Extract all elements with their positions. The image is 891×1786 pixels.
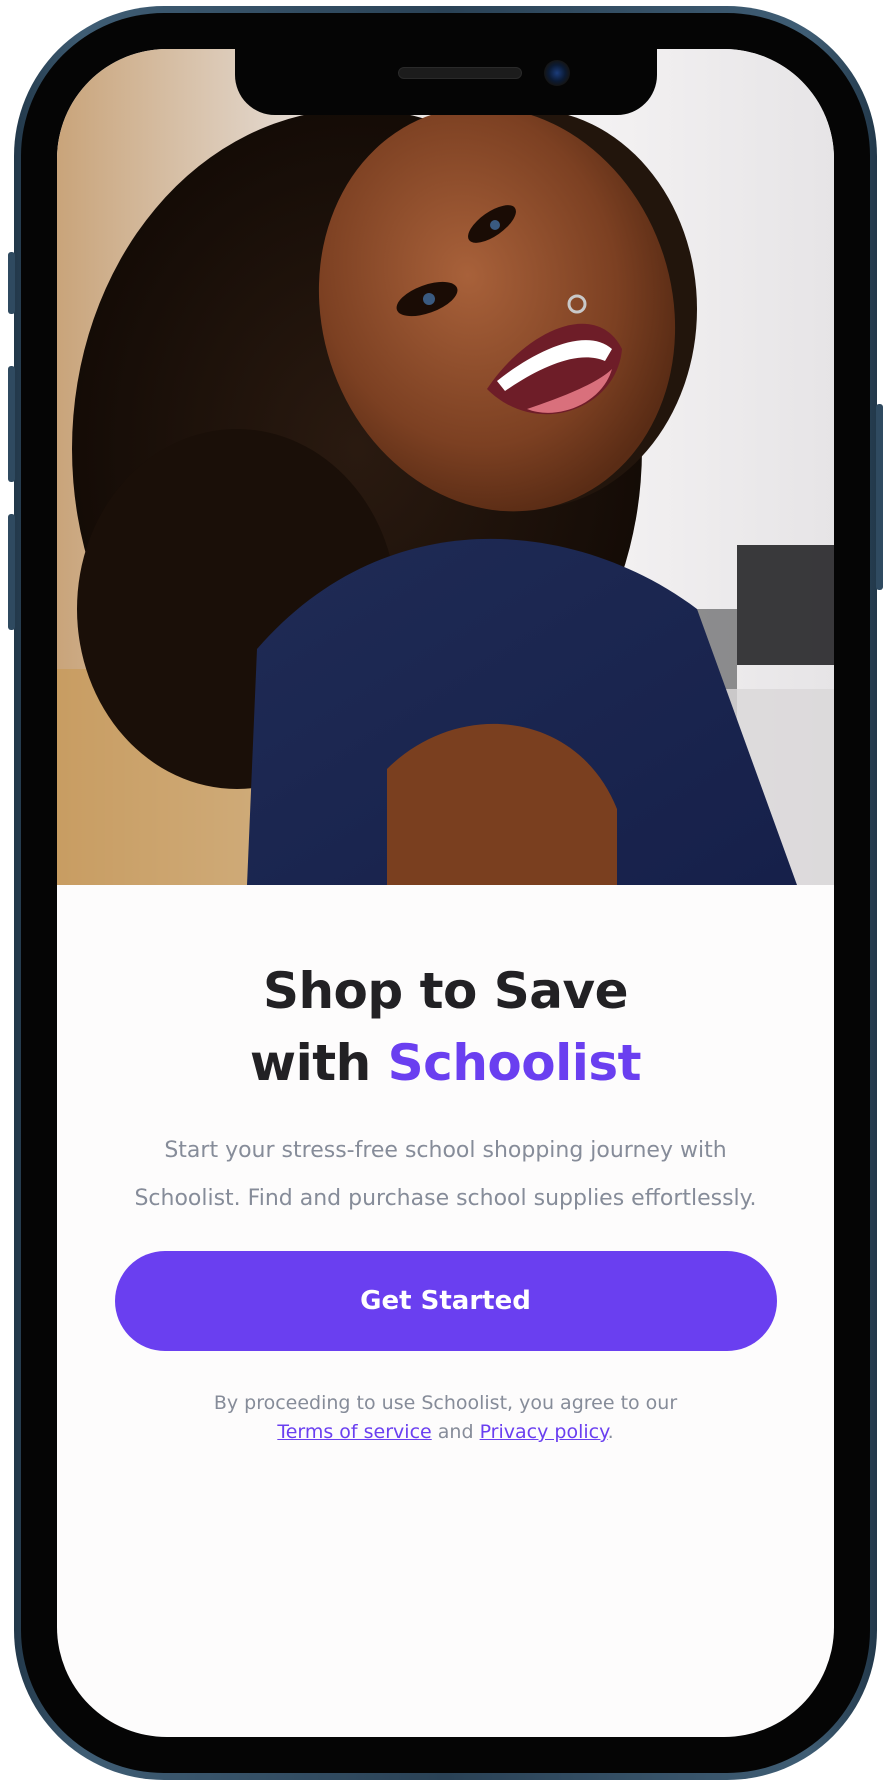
phone-frame: Shop to Save with Schoolist Start your s…	[8, 6, 883, 1780]
power-button	[876, 404, 883, 590]
legal-line1: By proceeding to use Schoolist, you agre…	[213, 1392, 678, 1414]
terms-of-service-link[interactable]: Terms of service	[277, 1421, 431, 1443]
phone-bezel: Shop to Save with Schoolist Start your s…	[21, 13, 870, 1773]
legal-notice: By proceeding to use Schoolist, you agre…	[57, 1389, 834, 1447]
hero-photo	[57, 49, 834, 885]
silent-switch	[8, 252, 15, 314]
privacy-policy-link[interactable]: Privacy policy	[480, 1421, 608, 1443]
legal-and: and	[437, 1421, 474, 1443]
page-title: Shop to Save with Schoolist	[57, 955, 834, 1099]
subtitle: Start your stress-free school shopping j…	[105, 1127, 786, 1223]
headline-line1: Shop to Save	[262, 962, 629, 1020]
app-screen: Shop to Save with Schoolist Start your s…	[57, 49, 834, 1737]
subtitle-line2: Schoolist. Find and purchase school supp…	[134, 1186, 757, 1211]
speaker-grille	[398, 67, 522, 79]
brand-name: Schoolist	[387, 1034, 642, 1092]
smiling-student-photo	[57, 49, 834, 885]
onboarding-content: Shop to Save with Schoolist Start your s…	[57, 885, 834, 1447]
front-camera-icon	[544, 60, 570, 86]
notch	[235, 49, 657, 115]
get-started-button[interactable]: Get Started	[114, 1251, 777, 1351]
volume-up-button	[8, 366, 15, 482]
volume-down-button	[8, 514, 15, 630]
legal-end-punct: .	[607, 1421, 614, 1443]
headline-line2-prefix: with	[249, 1034, 371, 1092]
subtitle-line1: Start your stress-free school shopping j…	[164, 1138, 727, 1163]
